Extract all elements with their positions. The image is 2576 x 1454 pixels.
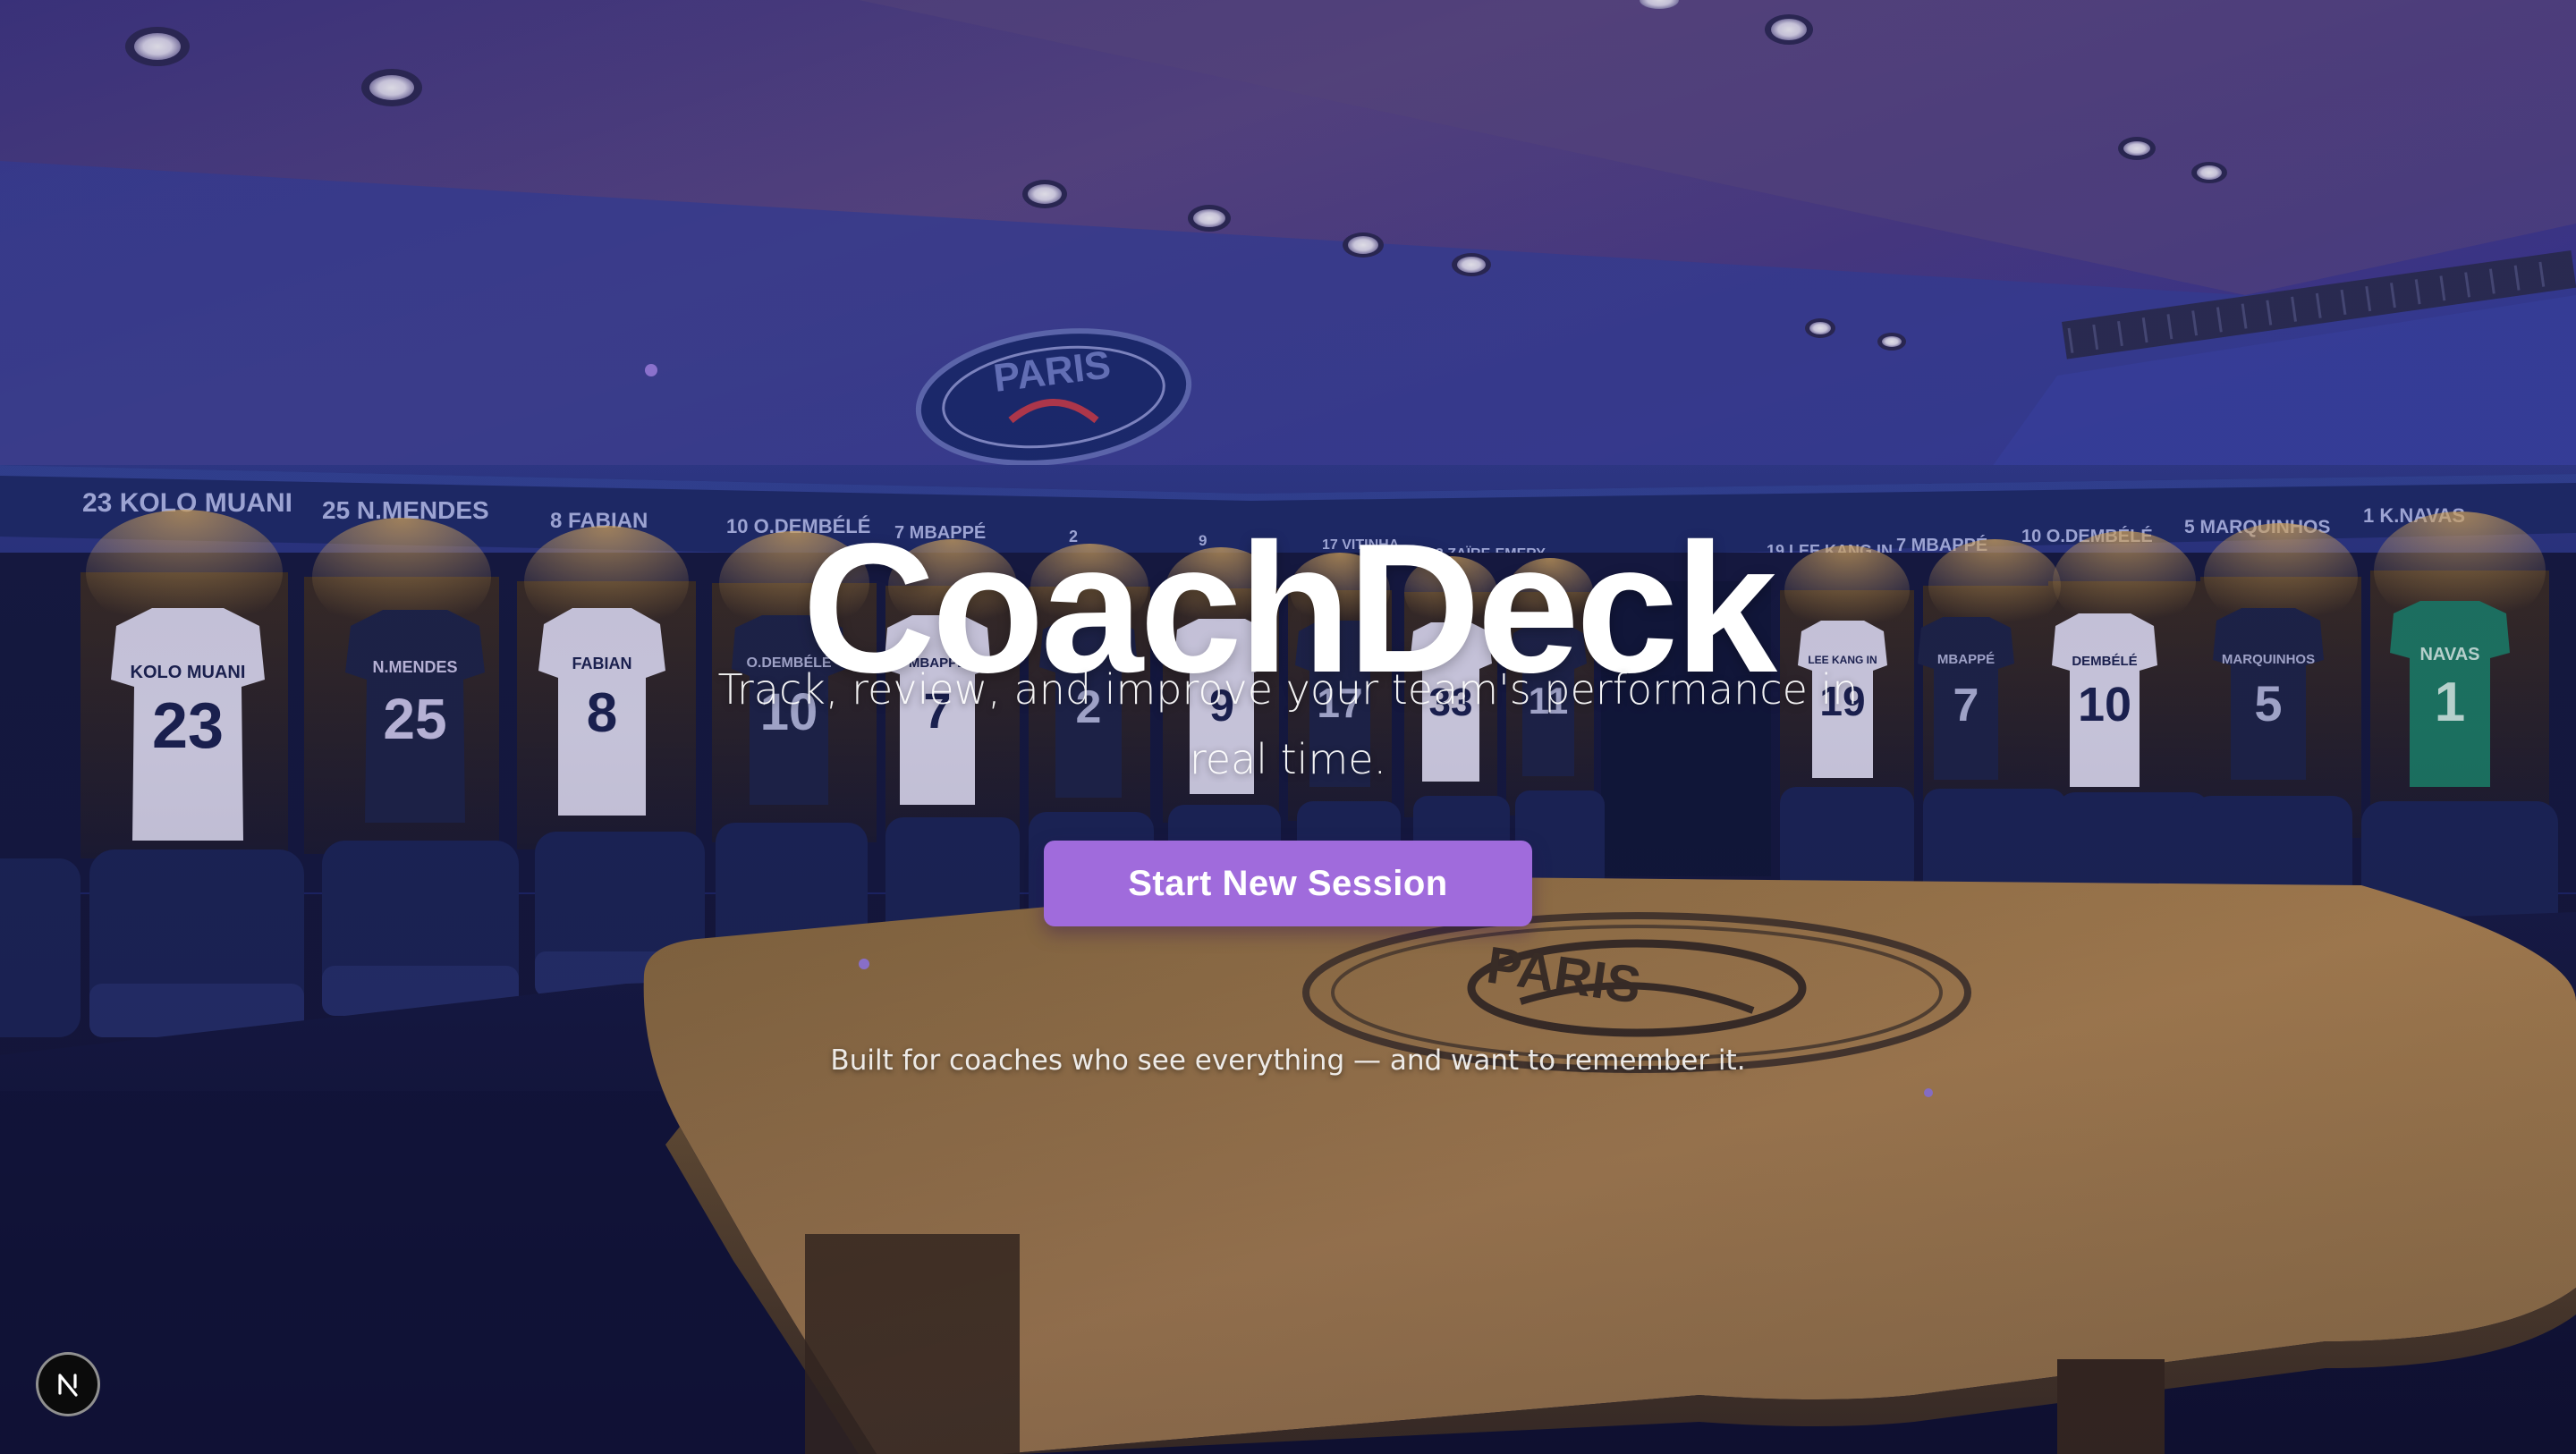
nextjs-logo-icon xyxy=(58,1374,78,1397)
hero-subtitle: Track, review, and improve your team's p… xyxy=(717,665,1859,783)
start-new-session-button[interactable]: Start New Session xyxy=(1044,841,1532,926)
hero-section: CoachDeck Track, review, and improve you… xyxy=(0,0,2576,1454)
hero-tagline: Built for coaches who see everything — a… xyxy=(830,1044,1746,1077)
landing-page: PARIS 23 KOLO MUANI 25 N.MENDES 8 FABIAN… xyxy=(0,0,2576,1454)
nextjs-dev-indicator-button[interactable] xyxy=(36,1352,100,1416)
